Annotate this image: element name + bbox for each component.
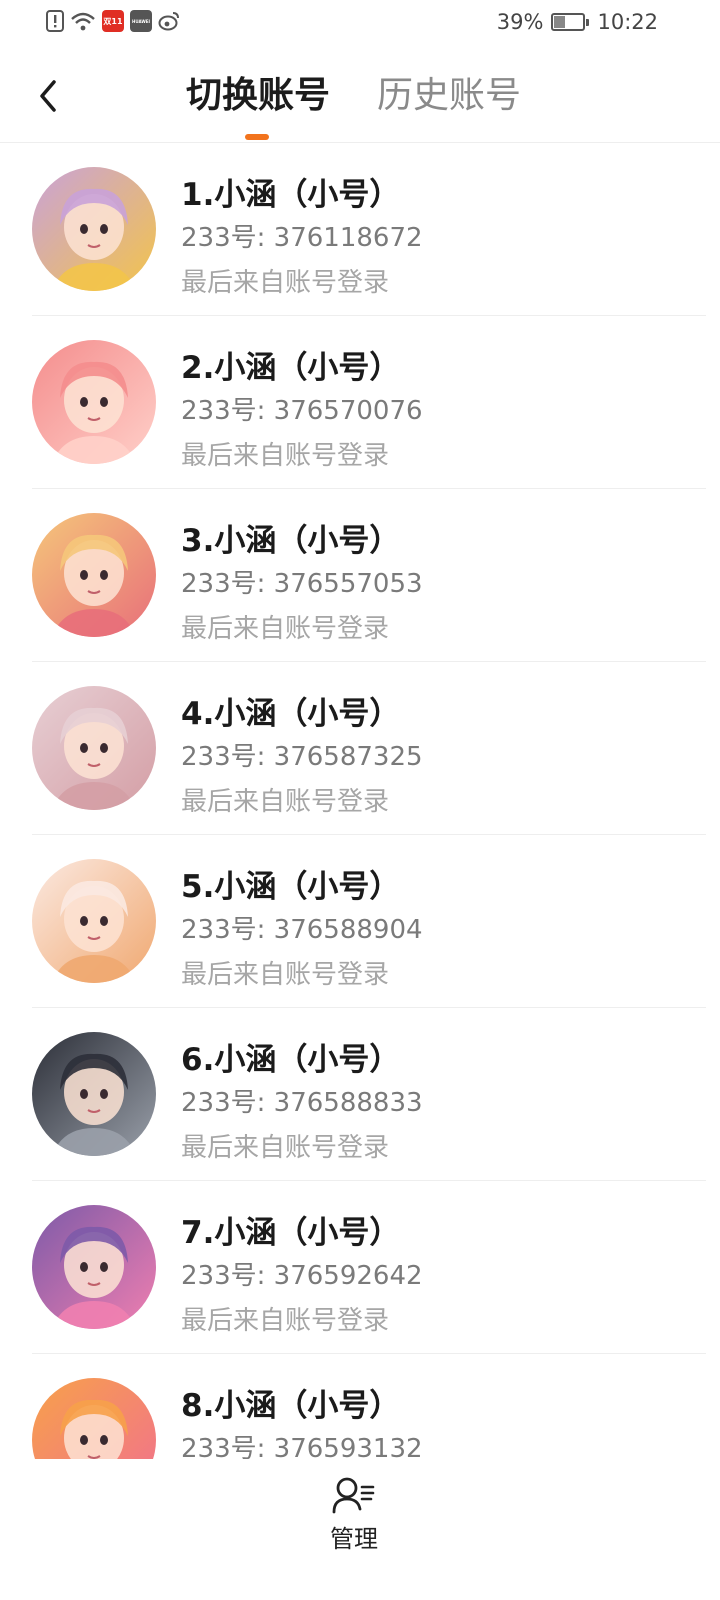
account-id: 233号: 376118672 bbox=[181, 223, 423, 253]
clock: 10:22 bbox=[597, 10, 658, 34]
battery-percent: 39% bbox=[496, 10, 544, 34]
manage-button[interactable]: 管理 bbox=[310, 1475, 398, 1565]
account-item[interactable]: 4.小涵（小号） 233号: 376587325 最后来自账号登录 bbox=[32, 662, 706, 835]
app-badge-huawei: HUAWEI bbox=[130, 10, 152, 32]
avatar bbox=[32, 1205, 156, 1329]
account-item[interactable]: 2.小涵（小号） 233号: 376570076 最后来自账号登录 bbox=[32, 316, 706, 489]
account-name: 3.小涵（小号） bbox=[181, 523, 401, 559]
account-id: 233号: 376587325 bbox=[181, 742, 423, 772]
bottom-bar: 管理 bbox=[0, 1459, 720, 1600]
login-source: 最后来自账号登录 bbox=[181, 614, 390, 644]
wifi-icon bbox=[70, 10, 96, 32]
tab-history-account[interactable]: 历史账号 bbox=[377, 72, 521, 120]
login-source: 最后来自账号登录 bbox=[181, 1306, 390, 1336]
avatar bbox=[32, 167, 156, 291]
account-item[interactable]: 5.小涵（小号） 233号: 376588904 最后来自账号登录 bbox=[32, 835, 706, 1008]
account-id: 233号: 376592642 bbox=[181, 1261, 423, 1291]
user-manage-icon bbox=[332, 1477, 375, 1514]
account-name: 4.小涵（小号） bbox=[181, 696, 401, 732]
weibo-icon bbox=[158, 10, 180, 32]
status-bar-notifications: 双11 HUAWEI bbox=[46, 10, 180, 32]
avatar bbox=[32, 340, 156, 464]
login-source: 最后来自账号登录 bbox=[181, 1133, 390, 1163]
login-source: 最后来自账号登录 bbox=[181, 268, 390, 298]
account-name: 2.小涵（小号） bbox=[181, 350, 401, 386]
avatar bbox=[32, 859, 156, 983]
account-id: 233号: 376588904 bbox=[181, 915, 423, 945]
login-source: 最后来自账号登录 bbox=[181, 441, 390, 471]
account-item[interactable]: 3.小涵（小号） 233号: 376557053 最后来自账号登录 bbox=[32, 489, 706, 662]
chevron-left-icon bbox=[40, 80, 56, 112]
account-item[interactable]: 8.小涵（小号）233号: 376593132最后来自账号登录 bbox=[32, 1354, 706, 1459]
status-bar-system: 39% 10:22 bbox=[497, 10, 658, 34]
app-badge-sale: 双11 bbox=[102, 10, 124, 32]
avatar bbox=[32, 1032, 156, 1156]
avatar bbox=[32, 1378, 156, 1459]
battery-level bbox=[554, 16, 566, 28]
top-header: 切换账号 历史账号 bbox=[0, 50, 720, 143]
login-source: 最后来自账号登录 bbox=[181, 960, 390, 990]
account-name: 8.小涵（小号） bbox=[181, 1388, 401, 1424]
account-name: 6.小涵（小号） bbox=[181, 1042, 401, 1078]
manage-label: 管理 bbox=[330, 1525, 378, 1553]
alert-icon bbox=[46, 10, 64, 32]
account-name: 1.小涵（小号） bbox=[181, 177, 401, 213]
account-list[interactable]: 1.小涵（小号） 233号: 376118672 最后来自账号登录 2.小涵（小号） 2… bbox=[0, 143, 720, 1459]
account-id: 233号: 376593132 bbox=[181, 1434, 423, 1459]
account-item[interactable]: 6.小涵（小号） 233号: 376588833 最后来自账号登录 bbox=[32, 1008, 706, 1181]
active-tab-indicator bbox=[245, 134, 269, 140]
account-id: 233号: 376557053 bbox=[181, 569, 423, 599]
avatar bbox=[32, 686, 156, 810]
account-item[interactable]: 1.小涵（小号） 233号: 376118672 最后来自账号登录 bbox=[32, 143, 706, 316]
account-id: 233号: 376570076 bbox=[181, 396, 423, 426]
login-source: 最后来自账号登录 bbox=[181, 787, 390, 817]
account-name: 5.小涵（小号） bbox=[181, 869, 401, 905]
tab-switch-account[interactable]: 切换账号 bbox=[186, 72, 330, 120]
account-item[interactable]: 7.小涵（小号） 233号: 376592642 最后来自账号登录 bbox=[32, 1181, 706, 1354]
status-bar: 双11 HUAWEI 39% 10:22 bbox=[0, 0, 720, 50]
account-id: 233号: 376588833 bbox=[181, 1088, 423, 1118]
avatar bbox=[32, 513, 156, 637]
account-name: 7.小涵（小号） bbox=[181, 1215, 401, 1251]
battery-icon bbox=[551, 13, 590, 31]
back-button[interactable] bbox=[26, 68, 70, 124]
